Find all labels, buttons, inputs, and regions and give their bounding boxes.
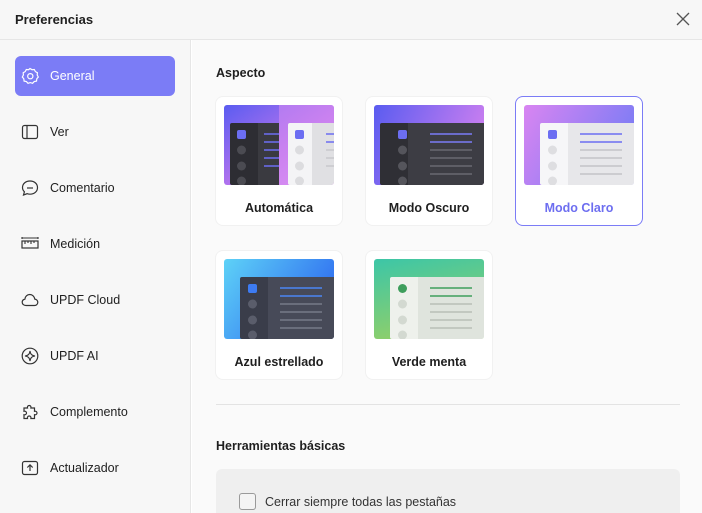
appearance-heading: Aspecto (216, 66, 266, 80)
sidebar-item-comentario[interactable]: Comentario (15, 168, 175, 208)
sidebar-item-label: General (50, 69, 95, 83)
basic-tools-heading: Herramientas básicas (216, 439, 346, 453)
sidebar-item-updf-cloud[interactable]: UPDF Cloud (15, 280, 175, 320)
update-icon (20, 458, 40, 478)
window-title: Preferencias (15, 12, 94, 27)
theme-option-mint-green[interactable]: Verde menta (366, 251, 492, 379)
sidebar-item-label: Comentario (50, 181, 115, 195)
close-button[interactable] (672, 8, 694, 30)
basic-tools-options: Cerrar siempre todas las pestañas (216, 469, 680, 513)
theme-preview-dark (374, 105, 484, 185)
sidebar-item-label: UPDF AI (50, 349, 99, 363)
title-bar: Preferencias (0, 0, 702, 40)
sidebar-item-label: Complemento (50, 405, 128, 419)
theme-label: Modo Claro (544, 201, 614, 215)
sidebar-item-complemento[interactable]: Complemento (15, 392, 175, 432)
theme-label: Azul estrellado (234, 355, 324, 369)
puzzle-icon (20, 402, 40, 422)
theme-option-automatic[interactable]: Automática (216, 97, 342, 225)
close-icon (676, 12, 690, 26)
close-all-tabs-checkbox[interactable] (239, 493, 256, 510)
sidebar-item-actualizador[interactable]: Actualizador (15, 448, 175, 488)
section-divider (216, 404, 680, 405)
sidebar-item-ver[interactable]: Ver (15, 112, 175, 152)
sidebar-item-label: Ver (50, 125, 69, 139)
sidebar-item-general[interactable]: General (15, 56, 175, 96)
theme-label: Automática (244, 201, 314, 215)
sidebar-item-label: Actualizador (50, 461, 119, 475)
panel-icon (20, 122, 40, 142)
theme-label: Modo Oscuro (388, 201, 470, 215)
sidebar-item-medicion[interactable]: Medición (15, 224, 175, 264)
theme-option-light[interactable]: Modo Claro (516, 97, 642, 225)
theme-preview-automatic (224, 105, 334, 185)
gear-icon (20, 66, 40, 86)
theme-option-dark[interactable]: Modo Oscuro (366, 97, 492, 225)
sidebar-item-label: Medición (50, 237, 101, 251)
theme-label: Verde menta (391, 355, 467, 369)
comment-icon (20, 178, 40, 198)
theme-preview-light (524, 105, 634, 185)
ruler-icon (20, 234, 40, 254)
theme-preview-starry-blue (224, 259, 334, 339)
sidebar: General Ver Comentario Medición UPDF Clo… (0, 40, 191, 513)
ai-sparkle-icon (20, 346, 40, 366)
cloud-icon (20, 290, 40, 310)
sidebar-item-updf-ai[interactable]: UPDF AI (15, 336, 175, 376)
theme-option-starry-blue[interactable]: Azul estrellado (216, 251, 342, 379)
general-settings-panel: Aspecto Automática Modo Oscuro Modo Clar… (192, 40, 702, 513)
sidebar-item-label: UPDF Cloud (50, 293, 121, 307)
close-all-tabs-label: Cerrar siempre todas las pestañas (265, 495, 457, 509)
theme-preview-mint-green (374, 259, 484, 339)
